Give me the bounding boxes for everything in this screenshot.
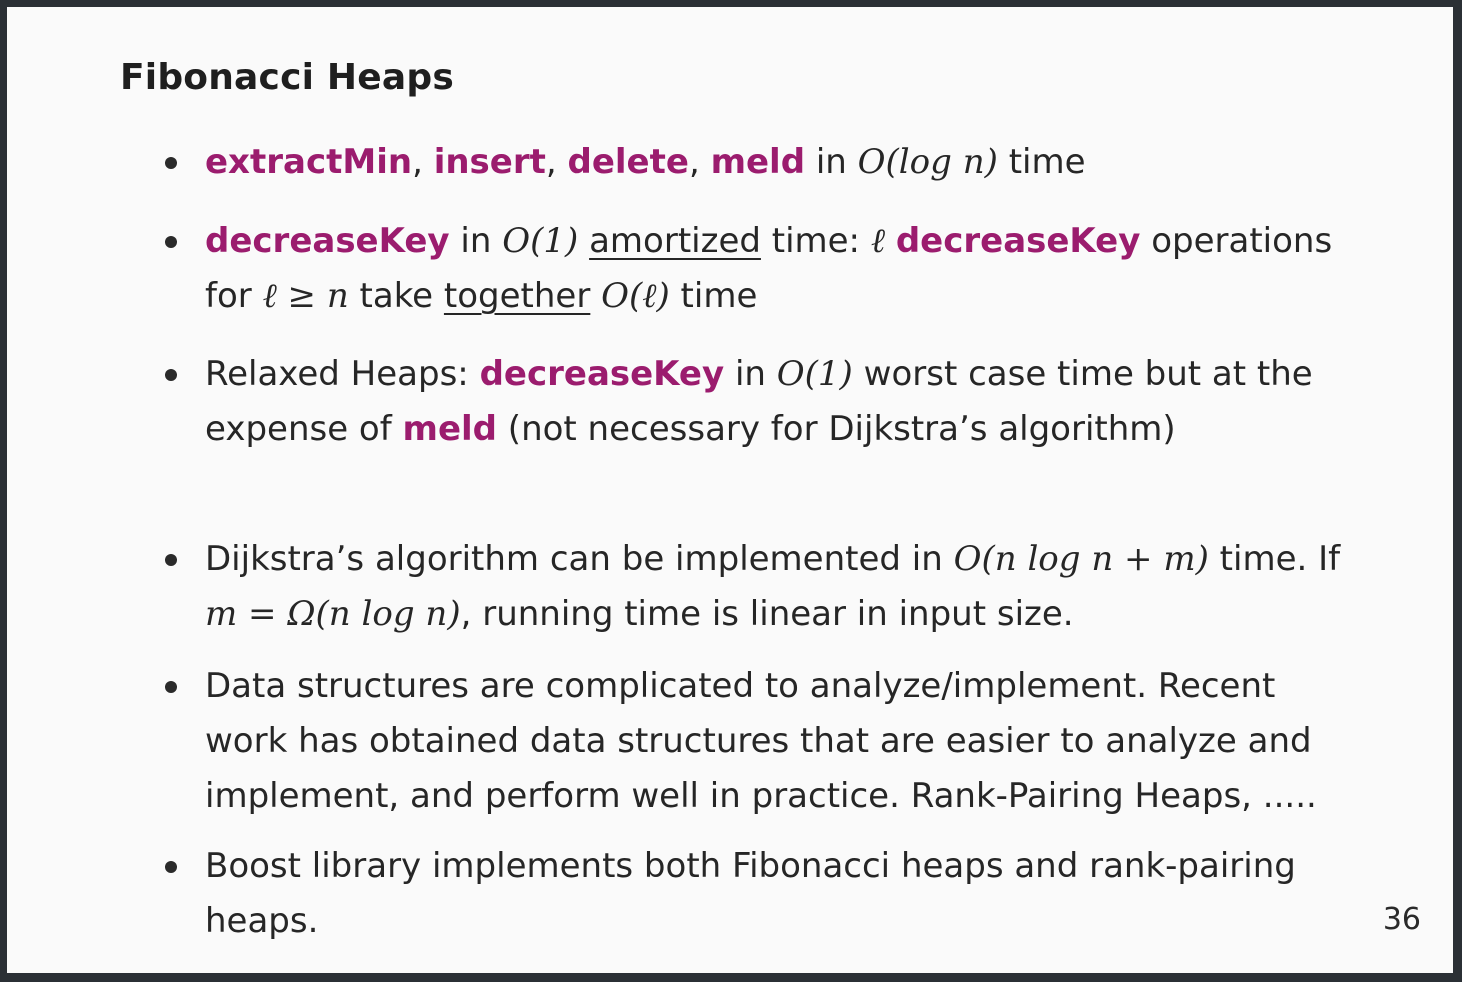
underlined-amortized: amortized <box>589 221 761 261</box>
text-fragment: , <box>412 142 434 182</box>
bullet-item-boost: Boost library implements both Fibonacci … <box>165 839 1355 949</box>
bullet-dot <box>165 236 177 248</box>
keyword-meld: meld <box>402 409 497 449</box>
text-fragment <box>578 221 589 261</box>
text-fragment: , <box>688 142 711 182</box>
bullet-dot <box>165 369 177 381</box>
text-fragment: , <box>545 142 568 182</box>
bullet-item-decreasekey: decreaseKey in O(1) amortized time: ℓ de… <box>165 214 1355 324</box>
bullet-item-relaxed-heaps: Relaxed Heaps: decreaseKey in O(1) worst… <box>165 347 1355 457</box>
math-expression: O(n log n + m) <box>953 539 1209 579</box>
text-fragment: time. If <box>1208 539 1341 579</box>
text-fragment: take <box>348 276 444 316</box>
bullet-text: Boost library implements both Fibonacci … <box>205 846 1296 941</box>
bullet-dot <box>165 681 177 693</box>
bullet-dot <box>165 157 177 169</box>
text-fragment: Relaxed Heaps: <box>205 354 480 394</box>
keyword-meld: meld <box>710 142 806 182</box>
text-fragment: time <box>997 142 1086 182</box>
math-expression: O(log n) <box>857 142 998 182</box>
keyword-insert: insert <box>433 142 546 182</box>
bullet-item-dijkstra: Dijkstra’s algorithm can be implemented … <box>165 532 1355 642</box>
text-fragment: Dijkstra’s algorithm can be implemented … <box>205 539 954 579</box>
text-fragment: in <box>724 354 777 394</box>
math-expression: O(ℓ) <box>601 276 670 316</box>
text-fragment: time: <box>760 221 871 261</box>
bullet-dot <box>165 554 177 566</box>
underlined-together: together <box>443 276 591 316</box>
text-fragment <box>590 276 601 316</box>
text-fragment: time <box>669 276 758 316</box>
math-expression: ℓ ≥ n <box>262 276 349 316</box>
keyword-decreasekey: decreaseKey <box>205 221 450 261</box>
bullet-dot <box>165 861 177 873</box>
bullet-text: Data structures are complicated to analy… <box>205 666 1317 816</box>
text-fragment: in <box>805 142 858 182</box>
text-fragment: in <box>449 221 503 261</box>
math-expression: O(1) <box>776 354 853 394</box>
keyword-decreasekey: decreaseKey <box>895 221 1141 261</box>
page-number: 36 <box>1382 902 1421 937</box>
text-fragment: (not necessary for Dijkstra’s algorithm) <box>497 409 1176 449</box>
keyword-delete: delete <box>567 142 689 182</box>
slide: Fibonacci Heaps extractMin, insert, dele… <box>7 7 1453 973</box>
keyword-extractmin: extractMin <box>205 142 413 182</box>
slide-title: Fibonacci Heaps <box>120 57 454 98</box>
math-expression: ℓ <box>870 221 885 261</box>
math-expression: m = Ω(n log n) <box>205 594 461 634</box>
text-fragment <box>885 221 896 261</box>
text-fragment: , running time is linear in input size. <box>460 594 1074 634</box>
bullet-item-operations: extractMin, insert, delete, meld in O(lo… <box>165 135 1355 190</box>
keyword-decreasekey: decreaseKey <box>479 354 725 394</box>
bullet-item-data-structures: Data structures are complicated to analy… <box>165 659 1355 824</box>
math-expression: O(1) <box>502 221 579 261</box>
